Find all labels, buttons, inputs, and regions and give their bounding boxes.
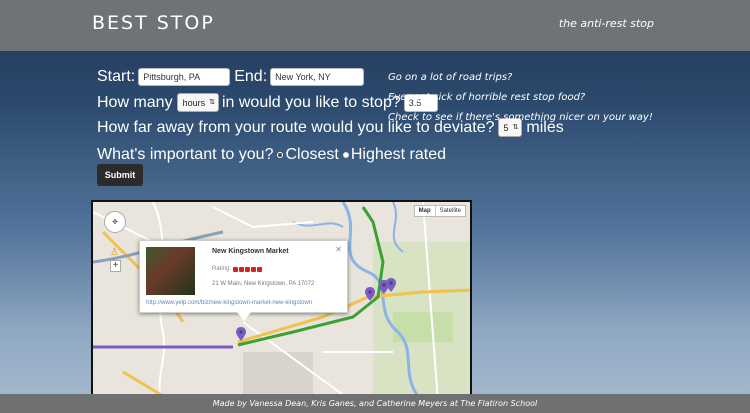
star-icon — [245, 266, 251, 272]
how-many-label: How many — [97, 93, 173, 111]
start-input[interactable]: Pittsburgh, PA — [138, 68, 231, 86]
rating-stars — [233, 266, 263, 272]
radio-closest-label[interactable]: Closest — [285, 146, 338, 164]
route-map[interactable]: Map Satellite ✥ ♙ + New Kingstown Market… — [91, 200, 472, 400]
stop-label: in would you like to stop? — [221, 93, 401, 111]
top-bar: BEST STOP the anti-rest stop — [0, 0, 750, 51]
pitch-line-2: Ever get sick of horrible rest stop food… — [388, 92, 586, 103]
tagline: the anti-rest stop — [558, 17, 654, 30]
pegman-icon[interactable]: ♙ — [110, 247, 119, 258]
business-link[interactable]: http://www.yelp.com/biz/new-kingstown-ma… — [146, 300, 312, 306]
star-icon — [239, 266, 245, 272]
close-icon[interactable]: ✕ — [335, 245, 342, 254]
rating-label: Rating: — [212, 266, 232, 272]
map-type-map[interactable]: Map — [415, 206, 436, 216]
submit-button[interactable]: Submit — [97, 164, 143, 186]
end-label: End: — [234, 68, 268, 85]
info-window: New Kingstown Market ✕ Rating: 21 W Main… — [139, 240, 348, 321]
pitch-line-1: Go on a lot of road trips? — [388, 72, 513, 83]
business-photo — [146, 247, 195, 295]
business-name: New Kingstown Market — [212, 248, 289, 255]
map-pin-icon[interactable] — [365, 287, 375, 301]
brand-logo[interactable]: BEST STOP — [92, 12, 215, 34]
star-icon — [257, 266, 263, 272]
end-input[interactable]: New York, NY — [270, 68, 365, 86]
footer-credits: Made by Vanessa Dean, Kris Ganes, and Ca… — [0, 394, 750, 413]
pitch-text: Go on a lot of road trips? Ever get sick… — [388, 68, 653, 128]
row-interval: How many hours ⇅ in would you like to st… — [97, 93, 438, 112]
business-address: 21 W Main, New Kingstown, PA 17072 — [212, 281, 315, 287]
importance-label: What's important to you? — [97, 146, 274, 163]
unit-select-value: hours — [182, 97, 206, 108]
select-arrows-icon: ⇅ — [209, 99, 215, 106]
radio-highest-rated[interactable] — [342, 152, 349, 158]
row-importance: What's important to you? Closest Highest… — [97, 146, 446, 164]
start-label: Start: — [97, 68, 136, 85]
map-type-control: Map Satellite — [413, 205, 466, 217]
pitch-line-3: Check to see if there's something nicer … — [388, 112, 653, 123]
map-pin-icon[interactable] — [236, 327, 246, 341]
business-rating: Rating: — [212, 266, 263, 272]
map-pin-icon[interactable] — [386, 278, 396, 292]
star-icon — [233, 266, 239, 272]
row-start-end: Start: Pittsburgh, PA End: New York, NY — [97, 68, 365, 86]
pan-control-icon[interactable]: ✥ — [104, 211, 126, 233]
radio-highest-label[interactable]: Highest rated — [351, 146, 446, 164]
radio-closest[interactable] — [277, 152, 284, 158]
map-type-satellite[interactable]: Satellite — [436, 206, 465, 216]
zoom-in-button[interactable]: + — [110, 260, 121, 272]
star-icon — [251, 266, 257, 272]
unit-select[interactable]: hours ⇅ — [176, 93, 219, 112]
